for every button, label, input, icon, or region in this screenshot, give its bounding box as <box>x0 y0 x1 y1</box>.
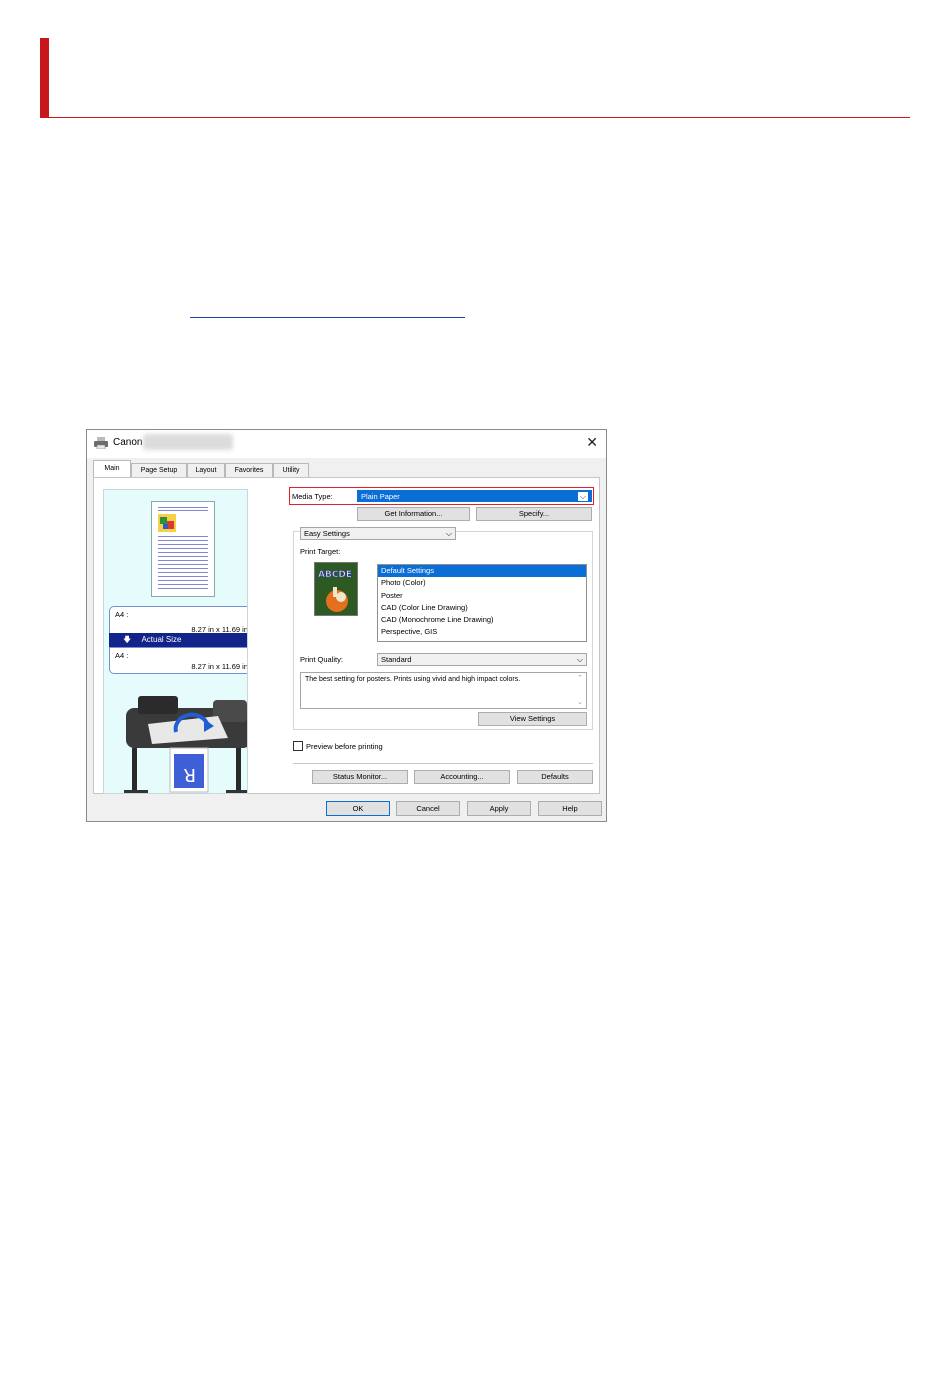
main-tab-panel: A4 : 8.27 in x 11.69 in 🡇 Actual Size A4… <box>93 477 600 794</box>
chevron-down-icon: ⌵ <box>576 655 583 664</box>
heading-rule <box>40 117 910 118</box>
preview-checkbox[interactable] <box>293 741 303 751</box>
list-item[interactable]: Poster <box>378 590 586 602</box>
printer-icon <box>94 437 108 449</box>
list-item[interactable]: Default Settings <box>378 565 586 578</box>
separator <box>293 763 593 764</box>
media-type-select[interactable]: Plain Paper ⌵ <box>357 490 592 502</box>
description-box: The best setting for posters. Prints usi… <box>300 672 587 709</box>
specify-button[interactable]: Specify... <box>476 507 592 521</box>
ok-button[interactable]: OK <box>326 801 390 816</box>
document-size-name: A4 : <box>115 610 129 619</box>
close-icon[interactable]: ✕ <box>586 434 598 451</box>
down-arrow-icon: 🡇 <box>123 635 132 644</box>
print-quality-select[interactable]: Standard ⌵ <box>377 653 587 666</box>
scaling-indicator: 🡇 Actual Size <box>109 633 247 647</box>
media-type-label: Media Type: <box>292 492 333 501</box>
view-settings-button[interactable]: View Settings <box>478 712 587 726</box>
dialog-title: Canon <box>113 437 143 448</box>
tab-layout[interactable]: Layout <box>187 463 225 477</box>
output-size-name: A4 : <box>115 651 129 660</box>
svg-text:ABCDE: ABCDE <box>318 570 352 580</box>
list-item[interactable]: CAD (Monochrome Line Drawing) <box>378 614 586 626</box>
print-target-list[interactable]: Default Settings Photo (Color) Poster CA… <box>377 564 587 642</box>
accounting-button[interactable]: Accounting... <box>414 770 510 784</box>
output-size-box: A4 : 8.27 in x 11.69 in <box>109 647 248 674</box>
scroll-down-icon[interactable]: ⌄ <box>577 698 583 707</box>
printer-properties-dialog: Canon ✕ Main Page Setup Layout Favorites… <box>86 429 607 822</box>
print-quality-label: Print Quality: <box>300 655 343 664</box>
media-type-value: Plain Paper <box>361 492 400 501</box>
list-item[interactable]: Photo (Color) <box>378 577 586 589</box>
redacted-model-name <box>143 434 233 450</box>
page-preview-thumbnail <box>151 501 215 597</box>
scroll-up-icon[interactable]: ⌃ <box>577 674 583 683</box>
description-text: The best setting for posters. Prints usi… <box>305 676 521 683</box>
tab-favorites[interactable]: Favorites <box>225 463 273 477</box>
apply-button[interactable]: Apply <box>467 801 531 816</box>
status-monitor-button[interactable]: Status Monitor... <box>312 770 408 784</box>
settings-mode-select[interactable]: Easy Settings ⌵ <box>300 527 456 540</box>
chevron-down-icon: ⌵ <box>577 492 588 501</box>
color-image-icon <box>158 514 176 532</box>
tab-utility[interactable]: Utility <box>273 463 309 477</box>
print-quality-value: Standard <box>381 655 412 664</box>
list-item[interactable]: CAD (Color Line Drawing) <box>378 602 586 614</box>
defaults-button[interactable]: Defaults <box>517 770 593 784</box>
tab-main[interactable]: Main <box>93 460 131 478</box>
get-information-button[interactable]: Get Information... <box>357 507 470 521</box>
heading-accent-bar <box>40 38 49 118</box>
tab-page-setup[interactable]: Page Setup <box>131 463 187 477</box>
chevron-down-icon: ⌵ <box>445 529 452 538</box>
list-item[interactable]: Perspective, GIS <box>378 626 586 638</box>
cancel-button[interactable]: Cancel <box>396 801 460 816</box>
settings-mode-value: Easy Settings <box>304 529 350 538</box>
preview-checkbox-label: Preview before printing <box>306 742 383 751</box>
svg-text:R: R <box>183 764 196 785</box>
output-size-dimensions: 8.27 in x 11.69 in <box>191 662 248 671</box>
print-target-thumbnail: ABCDE <box>314 562 358 616</box>
help-button[interactable]: Help <box>538 801 602 816</box>
title-bar: Canon ✕ <box>87 430 606 458</box>
printer-illustration: R <box>124 696 247 793</box>
print-preview-area: A4 : 8.27 in x 11.69 in 🡇 Actual Size A4… <box>103 489 248 794</box>
print-target-label: Print Target: <box>300 547 341 556</box>
scaling-label: Actual Size <box>141 635 182 644</box>
hyperlink-underline[interactable] <box>190 317 465 318</box>
